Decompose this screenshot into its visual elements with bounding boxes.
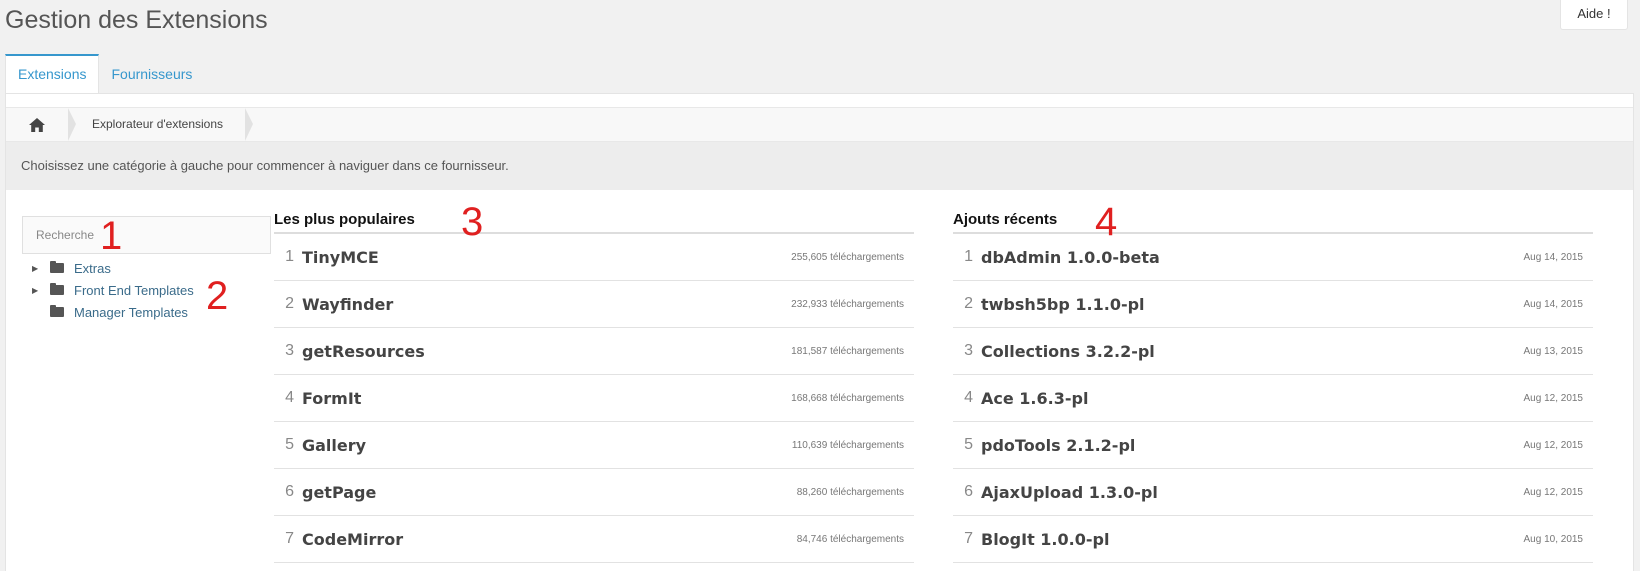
package-name[interactable]: pdoTools 2.1.2-pl [981,436,1135,455]
package-name[interactable]: twbsh5bp 1.1.0-pl [981,295,1145,314]
annotation-number: 3 [461,200,484,244]
recent-section: Ajouts récents 1 dbAdmin 1.0.0-beta Aug … [953,204,1593,563]
release-date: Aug 12, 2015 [1523,440,1584,451]
rank: 1 [964,248,973,265]
package-name[interactable]: CodeMirror [302,530,403,549]
annotation-number: 4 [1095,200,1118,244]
download-count: 110,639 téléchargements [791,440,904,451]
main-panel: Explorateur d'extensions Choisissez une … [5,93,1634,571]
list-item[interactable]: 2 Wayfinder 232,933 téléchargements [274,281,914,328]
list-item[interactable]: 5 pdoTools 2.1.2-pl Aug 12, 2015 [953,422,1593,469]
rank: 3 [964,342,973,359]
rank: 5 [964,436,973,453]
home-icon [29,117,45,132]
annotation-number: 2 [206,274,229,318]
popular-section: Les plus populaires 1 TinyMCE 255,605 té… [274,204,914,563]
popular-title: Les plus populaires [274,204,914,234]
package-name[interactable]: BlogIt 1.0.0-pl [981,530,1109,549]
tree-item-label: Extras [74,260,111,276]
release-date: Aug 14, 2015 [1523,252,1584,263]
tree-item-label: Manager Templates [74,304,188,320]
breadcrumb-home[interactable] [6,108,76,141]
recent-title: Ajouts récents [953,204,1593,234]
folder-icon [50,283,64,295]
list-item[interactable]: 7 BlogIt 1.0.0-pl Aug 10, 2015 [953,516,1593,563]
release-date: Aug 12, 2015 [1523,487,1584,498]
package-name[interactable]: FormIt [302,389,361,408]
folder-icon [50,261,64,273]
list-item[interactable]: 4 FormIt 168,668 téléchargements [274,375,914,422]
tree-item-label: Front End Templates [74,282,194,298]
list-item[interactable]: 1 TinyMCE 255,605 téléchargements [274,234,914,281]
rank: 6 [285,483,294,500]
rank: 5 [285,436,294,453]
search-input[interactable] [22,216,271,254]
tab-providers[interactable]: Fournisseurs [99,54,204,93]
list-item[interactable]: 1 dbAdmin 1.0.0-beta Aug 14, 2015 [953,234,1593,281]
download-count: 181,587 téléchargements [791,346,904,357]
release-date: Aug 14, 2015 [1523,299,1584,310]
tab-bar: Extensions Fournisseurs [5,54,204,93]
rank: 2 [285,295,294,312]
folder-icon [50,305,64,317]
package-name[interactable]: Ace 1.6.3-pl [981,389,1088,408]
breadcrumb: Explorateur d'extensions [6,107,1633,142]
download-count: 255,605 téléchargements [791,252,904,263]
package-name[interactable]: getResources [302,342,425,361]
page-title: Gestion des Extensions [5,6,268,34]
package-name[interactable]: AjaxUpload 1.3.0-pl [981,483,1158,502]
package-name[interactable]: Gallery [302,436,366,455]
release-date: Aug 12, 2015 [1523,393,1584,404]
tree-item-front-end-templates[interactable]: ▶ Front End Templates [32,279,194,301]
list-item[interactable]: 4 Ace 1.6.3-pl Aug 12, 2015 [953,375,1593,422]
list-item[interactable]: 6 getPage 88,260 téléchargements [274,469,914,516]
annotation-number: 1 [100,214,123,258]
package-name[interactable]: TinyMCE [302,248,379,267]
breadcrumb-current[interactable]: Explorateur d'extensions [68,108,254,141]
list-item[interactable]: 6 AjaxUpload 1.3.0-pl Aug 12, 2015 [953,469,1593,516]
download-count: 88,260 téléchargements [796,487,904,498]
rank: 4 [964,389,973,406]
rank: 4 [285,389,294,406]
package-name[interactable]: dbAdmin 1.0.0-beta [981,248,1160,267]
tree-item-extras[interactable]: ▶ Extras [32,257,194,279]
package-name[interactable]: Wayfinder [302,295,393,314]
caret-right-icon[interactable]: ▶ [32,286,44,295]
release-date: Aug 13, 2015 [1523,346,1584,357]
package-name[interactable]: Collections 3.2.2-pl [981,342,1155,361]
rank: 7 [964,530,973,547]
tree-item-manager-templates[interactable]: Manager Templates [32,301,194,323]
rank: 6 [964,483,973,500]
list-item[interactable]: 2 twbsh5bp 1.1.0-pl Aug 14, 2015 [953,281,1593,328]
tab-extensions[interactable]: Extensions [5,54,100,93]
rank: 1 [285,248,294,265]
list-item[interactable]: 7 CodeMirror 84,746 téléchargements [274,516,914,563]
caret-right-icon[interactable]: ▶ [32,264,44,273]
download-count: 168,668 téléchargements [791,393,904,404]
rank: 7 [285,530,294,547]
rank: 2 [964,295,973,312]
list-item[interactable]: 5 Gallery 110,639 téléchargements [274,422,914,469]
release-date: Aug 10, 2015 [1523,534,1584,545]
list-item[interactable]: 3 getResources 181,587 téléchargements [274,328,914,375]
info-message: Choisissez une catégorie à gauche pour c… [6,142,1633,190]
list-item[interactable]: 3 Collections 3.2.2-pl Aug 13, 2015 [953,328,1593,375]
package-name[interactable]: getPage [302,483,376,502]
help-button[interactable]: Aide ! [1560,0,1628,30]
download-count: 84,746 téléchargements [796,534,904,545]
download-count: 232,933 téléchargements [791,299,904,310]
category-tree: ▶ Extras ▶ Front End Templates Manager T… [32,257,194,323]
rank: 3 [285,342,294,359]
